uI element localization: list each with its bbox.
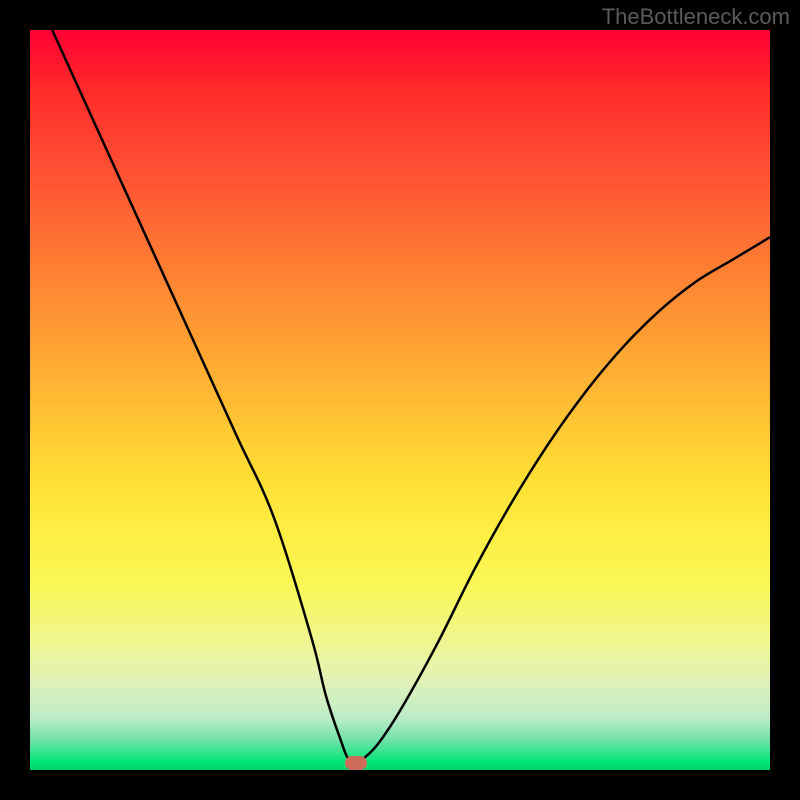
watermark-text: TheBottleneck.com <box>602 4 790 30</box>
chart-plot-area <box>30 30 770 770</box>
bottleneck-curve <box>52 30 770 763</box>
optimum-marker <box>345 756 367 770</box>
curve-svg <box>30 30 770 770</box>
